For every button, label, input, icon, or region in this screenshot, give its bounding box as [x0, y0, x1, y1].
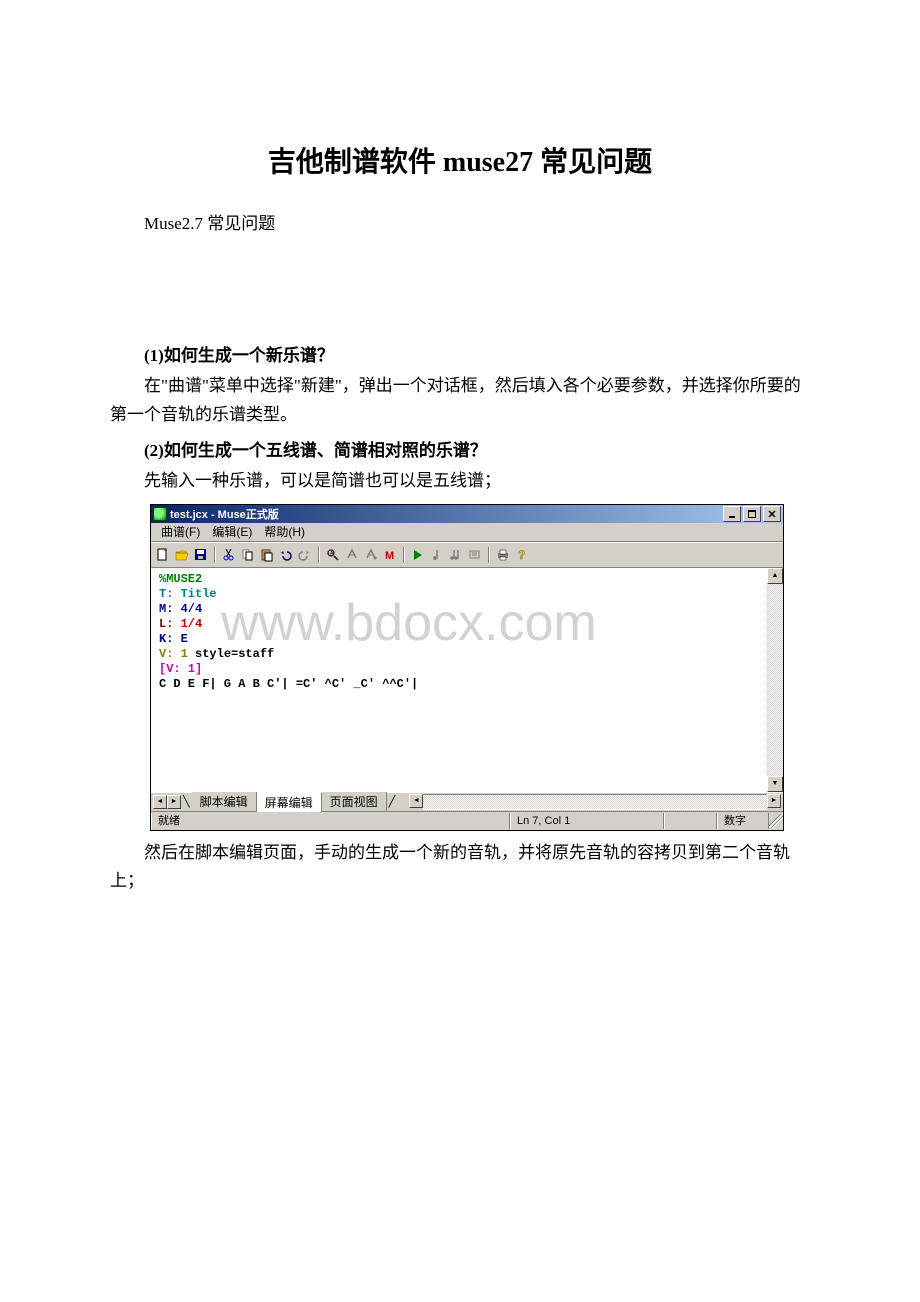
- minimize-button[interactable]: [723, 506, 741, 522]
- tool7-icon[interactable]: [448, 547, 464, 563]
- undo-icon[interactable]: [278, 547, 294, 563]
- code-l2-key: T:: [159, 587, 173, 601]
- new-icon[interactable]: [155, 547, 171, 563]
- tool6-icon[interactable]: [429, 547, 445, 563]
- code-line-1: %MUSE2: [159, 572, 202, 586]
- code-l5-val: E: [173, 632, 187, 646]
- q2-heading: (2)如何生成一个五线谱、简谱相对照的乐谱？: [110, 436, 810, 461]
- menu-help[interactable]: 帮助(H): [258, 523, 311, 540]
- q1-body: 在"曲谱"菜单中选择"新建"，弹出一个对话框，然后填入各个必要参数，并选择你所要…: [110, 372, 810, 430]
- hscroll-right-icon[interactable]: ►: [767, 794, 781, 808]
- open-icon[interactable]: [174, 547, 190, 563]
- code-l6-v2: style: [195, 647, 231, 661]
- editor-area[interactable]: www.bdocx.com %MUSE2 T: Title M: 4/4 L: …: [151, 568, 783, 792]
- code-l4-val: 1/4: [173, 617, 202, 631]
- maximize-button[interactable]: [743, 506, 761, 522]
- statusbar: 就绪 Ln 7, Col 1 数字: [151, 811, 783, 830]
- tab-screen-edit[interactable]: 屏幕编辑: [257, 792, 322, 812]
- code-l7: [V: 1]: [159, 662, 202, 676]
- hscroll-track[interactable]: [423, 794, 767, 810]
- tab-prev-icon[interactable]: ◄: [153, 795, 167, 809]
- tool4-icon[interactable]: M: [382, 547, 398, 563]
- tool3-icon[interactable]: [363, 547, 379, 563]
- paste-icon[interactable]: [259, 547, 275, 563]
- tool8-icon[interactable]: [467, 547, 483, 563]
- menu-file[interactable]: 曲谱(F): [155, 523, 206, 540]
- code-l2-val: Title: [173, 587, 216, 601]
- menu-edit[interactable]: 编辑(E): [206, 523, 258, 540]
- scroll-track[interactable]: [767, 584, 783, 776]
- play-icon[interactable]: [410, 547, 426, 563]
- svg-text:?: ?: [518, 548, 525, 562]
- save-icon[interactable]: [193, 547, 209, 563]
- q2-body-2: 然后在脚本编辑页面，手动的生成一个新的音轨，并将原先音轨的容拷贝到第二个音轨上；: [110, 839, 810, 897]
- status-ready: 就绪: [151, 813, 510, 829]
- q2-body-1: 先输入一种乐谱，可以是简谱也可以是五线谱；: [110, 467, 810, 496]
- cut-icon[interactable]: [221, 547, 237, 563]
- status-spacer: [664, 813, 717, 829]
- code-l4-key: L:: [159, 617, 173, 631]
- print-icon[interactable]: [495, 547, 511, 563]
- titlebar[interactable]: test.jcx - Muse正式版: [151, 505, 783, 523]
- svg-text:A: A: [330, 551, 334, 557]
- help-icon[interactable]: ?: [514, 547, 530, 563]
- scroll-up-icon[interactable]: ▲: [767, 568, 783, 584]
- status-numlock: 数字: [717, 813, 769, 829]
- app-icon: [153, 507, 167, 521]
- intro-text: Muse2.7 常见问题: [110, 210, 810, 239]
- status-position: Ln 7, Col 1: [510, 813, 664, 829]
- redo-icon[interactable]: [297, 547, 313, 563]
- find-icon[interactable]: A: [325, 547, 341, 563]
- menubar: 曲谱(F) 编辑(E) 帮助(H): [151, 523, 783, 542]
- tool2-icon[interactable]: [344, 547, 360, 563]
- vertical-scrollbar[interactable]: ▲ ▼: [767, 568, 783, 792]
- code-l3-key: M:: [159, 602, 173, 616]
- window-title: test.jcx - Muse正式版: [170, 506, 723, 522]
- code-l6-key: V:: [159, 647, 173, 661]
- tab-strip: ◄ ► ╲ 脚本编辑 屏幕编辑 页面视图 ╱ ◄ ►: [151, 792, 783, 811]
- svg-text:M: M: [385, 550, 394, 562]
- app-window: test.jcx - Muse正式版 曲谱(F) 编辑(E) 帮助(H): [150, 504, 784, 831]
- tab-next-icon[interactable]: ►: [167, 795, 181, 809]
- code-l5-key: K:: [159, 632, 173, 646]
- code-l6-v1: 1: [173, 647, 195, 661]
- code-l6-v3: =staff: [231, 647, 274, 661]
- tab-page-view[interactable]: 页面视图: [322, 792, 387, 811]
- copy-icon[interactable]: [240, 547, 256, 563]
- document-title: 吉他制谱软件 muse27 常见问题: [110, 140, 810, 180]
- resize-grip-icon[interactable]: [769, 814, 783, 828]
- code-content[interactable]: %MUSE2 T: Title M: 4/4 L: 1/4 K: E V: 1 …: [151, 568, 783, 696]
- hscroll-left-icon[interactable]: ◄: [409, 794, 423, 808]
- scroll-down-icon[interactable]: ▼: [767, 776, 783, 792]
- toolbar: A M ?: [151, 542, 783, 568]
- code-l8: C D E F| G A B C'| =C' ^C' _C' ^^C'|: [159, 677, 418, 691]
- code-l3-val: 4/4: [173, 602, 202, 616]
- close-button[interactable]: [763, 506, 781, 522]
- q1-heading: (1)如何生成一个新乐谱？: [110, 341, 810, 366]
- tab-script-edit[interactable]: 脚本编辑: [192, 792, 257, 811]
